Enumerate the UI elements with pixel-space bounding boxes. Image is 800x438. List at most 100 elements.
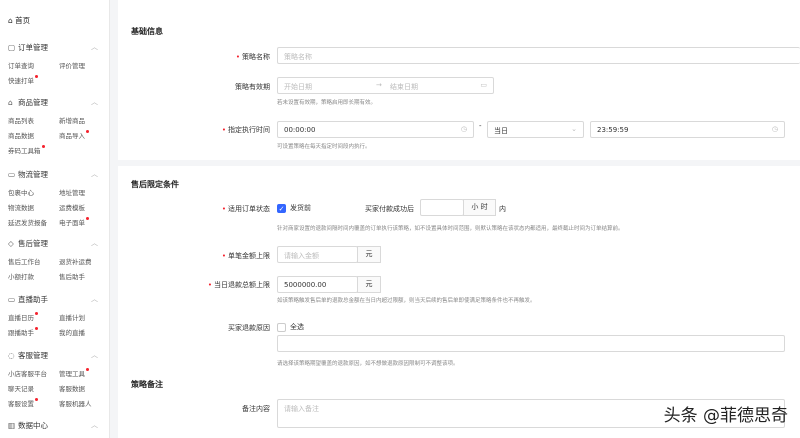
sidebar-item[interactable]: 直播计划 — [59, 312, 85, 322]
remark-label: 备注内容 — [242, 405, 270, 413]
chevron-up-icon[interactable]: ︿ — [91, 420, 98, 430]
daily-limit-label: • 当日退款总额上限 — [207, 281, 270, 289]
time-label: • 指定执行时间 — [221, 126, 270, 134]
hours-unit: 小 时 — [463, 199, 496, 216]
chat-icon: ◌ — [8, 351, 15, 360]
chevron-up-icon[interactable]: ︿ — [91, 97, 98, 107]
pay-label: 买家付款成功后 — [365, 205, 414, 213]
notification-dot — [41, 145, 45, 148]
chevron-up-icon[interactable]: ︿ — [91, 294, 98, 304]
status-checkbox[interactable]: ✓ 发货前 — [277, 203, 311, 213]
bag-icon: ⌂ — [8, 98, 13, 107]
date-range-picker[interactable]: 开始日期 → 结束日期 ▭ — [277, 77, 494, 94]
notification-dot — [86, 217, 89, 220]
notification-dot — [35, 312, 38, 315]
strategy-name-input[interactable]: 策略名称 — [277, 47, 800, 64]
section-title-remark: 策略备注 — [131, 380, 163, 389]
hours-input[interactable] — [420, 199, 464, 216]
checkbox-checked-icon: ✓ — [277, 203, 286, 213]
sidebar-item[interactable]: 券码工具箱 — [8, 145, 45, 155]
sidebar-item[interactable]: 小额打款 — [8, 271, 34, 281]
time-hint: 可设置策略在每天指定时间段内执行。 — [277, 144, 371, 150]
chevron-up-icon[interactable]: ︿ — [91, 42, 98, 52]
watermark: 头条 @菲德思奇 — [663, 406, 788, 426]
sidebar-section-header[interactable]: ◌ 客服管理 — [8, 350, 48, 361]
period-label: 策略有效期 — [235, 83, 270, 91]
single-limit-label: • 单笔金额上限 — [221, 252, 270, 260]
sidebar-item[interactable]: 延迟发货报备 — [8, 217, 47, 227]
sidebar-item[interactable]: 运费模板 — [59, 202, 85, 212]
sidebar-item[interactable]: 退货补运费 — [59, 256, 92, 266]
status-label: • 适用订单状态 — [221, 205, 270, 213]
status-hint: 针对商家设置的退款间隔时间内覆盖的订单执行该策略，如不设置具体时间范围，则默认策… — [277, 226, 624, 232]
reason-hint: 请选择该策略期望覆盖的退款原因，如不想做退款原因限制可不调整该项。 — [277, 361, 459, 367]
sidebar-item[interactable]: 商品数据 — [8, 130, 34, 140]
sidebar-item[interactable]: 小店客服平台 — [8, 368, 47, 378]
chevron-up-icon[interactable]: ︿ — [91, 169, 98, 179]
sidebar-item[interactable]: 客服数据 — [59, 383, 85, 393]
reason-label: 买家退款原因 — [228, 324, 270, 332]
sidebar-item[interactable]: 管理工具 — [59, 368, 89, 378]
sidebar-item[interactable]: 商品导入 — [59, 130, 89, 140]
sidebar-item[interactable]: 我的直播 — [59, 327, 85, 337]
end-date[interactable]: 结束日期 — [390, 82, 418, 92]
clock-icon: ◷ — [771, 125, 778, 133]
sidebar-item-home[interactable]: ⌂ 首页 — [8, 15, 30, 26]
reason-select[interactable] — [277, 335, 785, 352]
divider — [118, 160, 800, 166]
sidebar-item[interactable]: 售后助手 — [59, 271, 85, 281]
day-select[interactable]: 当日 ⌄ — [487, 121, 584, 138]
sidebar-item[interactable]: 商品列表 — [8, 115, 34, 125]
shield-icon: ◇ — [8, 239, 14, 248]
truck-icon: ▭ — [8, 170, 16, 179]
notification-dot — [35, 75, 38, 78]
calendar-icon: ▭ — [480, 81, 487, 89]
dash: - — [479, 122, 482, 130]
sidebar-section-header[interactable]: ▢ 订单管理 — [8, 42, 48, 53]
start-date[interactable]: 开始日期 — [284, 83, 312, 91]
notification-dot — [35, 327, 38, 330]
notification-dot — [86, 130, 89, 133]
video-icon: ▭ — [8, 295, 16, 304]
sidebar-item[interactable]: 跟播助手 — [8, 327, 38, 337]
clock-icon: ◷ — [460, 125, 467, 133]
sidebar-item[interactable]: 售后工作台 — [8, 256, 41, 266]
start-time-input[interactable]: 00:00:00 ◷ — [277, 121, 474, 138]
main-form: 基础信息 • 策略名称 策略名称 策略有效期 开始日期 → 结束日期 ▭ 若未设置有效期… — [118, 0, 800, 438]
sidebar-item[interactable]: 客服设置 — [8, 398, 38, 408]
chevron-up-icon[interactable]: ︿ — [91, 350, 98, 360]
sidebar-section-header[interactable]: ▭ 直播助手 — [8, 294, 48, 305]
chevron-down-icon: ⌄ — [571, 125, 577, 133]
sidebar-item[interactable]: 物流数据 — [8, 202, 34, 212]
chart-icon: ▥ — [8, 421, 16, 430]
sidebar-item[interactable]: 订单查询 — [8, 60, 34, 70]
sidebar-item[interactable]: 新增商品 — [59, 115, 85, 125]
arrow-icon: → — [376, 81, 382, 89]
sidebar-item[interactable]: 客服机器人 — [59, 398, 92, 408]
sidebar: ⌂ 首页 ▢ 订单管理 ︿ 订单查询 评价管理快速打单 ⌂ 商品管理 ︿ 商品列表 新增商品商品数… — [0, 0, 110, 438]
sidebar-section-header[interactable]: ▭ 物流管理 — [8, 169, 48, 180]
checkbox-icon — [277, 322, 286, 332]
notification-dot — [35, 398, 38, 401]
sidebar-section-header[interactable]: ▥ 数据中心 — [8, 420, 48, 431]
period-hint: 若未设置有效期，策略启用即长期有效。 — [277, 100, 377, 106]
section-title-basic: 基础信息 — [131, 27, 163, 36]
sidebar-item[interactable]: 地址管理 — [59, 187, 85, 197]
daily-limit-input[interactable]: 5000000.00 — [277, 276, 358, 293]
single-limit-input[interactable]: 请输入金额 — [277, 246, 358, 263]
sidebar-item[interactable]: 电子面单 — [59, 217, 89, 227]
sidebar-item[interactable]: 直播日历 — [8, 312, 38, 322]
within-label: 内 — [499, 205, 506, 213]
sidebar-item[interactable]: 包裹中心 — [8, 187, 34, 197]
daily-hint: 如该策略触发售后单的退款总金额在当日内超过限额，则当天后续的售后单即使满足策略条… — [277, 298, 536, 304]
sidebar-item[interactable]: 快速打单 — [8, 75, 38, 85]
end-time-input[interactable]: 23:59:59 ◷ — [590, 121, 785, 138]
currency-unit: 元 — [357, 246, 381, 263]
sidebar-section-header[interactable]: ◇ 售后管理 — [8, 238, 48, 249]
sidebar-section-header[interactable]: ⌂ 商品管理 — [8, 97, 48, 108]
sidebar-item[interactable]: 评价管理 — [59, 60, 85, 70]
strategy-name-label: • 策略名称 — [235, 53, 270, 61]
sidebar-item[interactable]: 聊天记录 — [8, 383, 34, 393]
chevron-up-icon[interactable]: ︿ — [91, 238, 98, 248]
select-all-checkbox[interactable]: 全选 — [277, 322, 304, 332]
